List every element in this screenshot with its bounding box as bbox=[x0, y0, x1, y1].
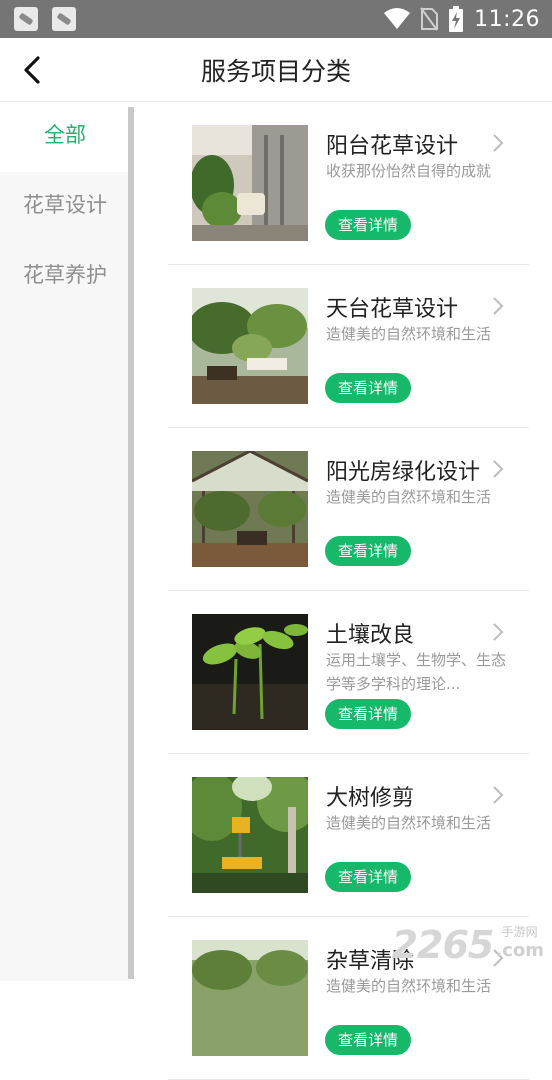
view-details-button[interactable]: 查看详情 bbox=[325, 1025, 411, 1055]
view-details-button[interactable]: 查看详情 bbox=[325, 373, 411, 403]
service-image bbox=[192, 288, 308, 404]
notification-icon bbox=[52, 7, 76, 31]
page-title: 服务项目分类 bbox=[200, 57, 351, 86]
sidebar-item-all[interactable]: 全部 bbox=[0, 102, 130, 172]
service-card[interactable]: 阳光房绿化设计 造健美的自然环境和生活 查看详情 bbox=[168, 428, 529, 591]
scrollbar[interactable] bbox=[128, 107, 134, 979]
service-desc: 运用土壤学、生物学、生态学等多学科的理论... bbox=[326, 651, 506, 693]
watermark-number: 2265 bbox=[391, 923, 495, 967]
notification-icon bbox=[14, 7, 38, 31]
view-details-button[interactable]: 查看详情 bbox=[325, 862, 411, 892]
sidebar-item-flower-care[interactable]: 花草养护 bbox=[0, 242, 130, 312]
sidebar-item-flower-design[interactable]: 花草设计 bbox=[0, 172, 130, 242]
service-card[interactable]: 天台花草设计 造健美的自然环境和生活 查看详情 bbox=[168, 265, 529, 428]
service-card[interactable]: 大树修剪 造健美的自然环境和生活 查看详情 bbox=[168, 754, 529, 917]
service-card[interactable]: 阳台花草设计 收获那份怡然自得的成就 查看详情 bbox=[168, 102, 529, 265]
service-title: 大树修剪 bbox=[326, 786, 415, 811]
chevron-right-icon bbox=[493, 623, 504, 641]
app-bar: 服务项目分类 bbox=[0, 38, 552, 102]
chevron-right-icon bbox=[493, 297, 504, 315]
wifi-icon bbox=[384, 8, 411, 29]
service-image bbox=[192, 125, 308, 241]
status-bar: 11:26 bbox=[0, 0, 552, 38]
view-details-button[interactable]: 查看详情 bbox=[325, 699, 411, 729]
service-image bbox=[192, 614, 308, 730]
chevron-right-icon bbox=[493, 786, 504, 804]
service-title: 天台花草设计 bbox=[326, 297, 459, 322]
clock: 11:26 bbox=[474, 6, 540, 32]
view-details-button[interactable]: 查看详情 bbox=[325, 536, 411, 566]
chevron-right-icon bbox=[493, 134, 504, 152]
no-sim-icon bbox=[420, 7, 439, 31]
service-image bbox=[192, 940, 308, 1056]
service-image bbox=[192, 777, 308, 893]
chevron-right-icon bbox=[493, 460, 504, 478]
service-desc: 造健美的自然环境和生活 bbox=[326, 814, 492, 832]
service-desc: 造健美的自然环境和生活 bbox=[326, 977, 492, 995]
service-title: 阳光房绿化设计 bbox=[326, 460, 481, 485]
service-desc: 收获那份怡然自得的成就 bbox=[326, 162, 492, 180]
service-desc: 造健美的自然环境和生活 bbox=[326, 325, 492, 343]
watermark-cn: 手游网 bbox=[501, 925, 538, 939]
service-title: 阳台花草设计 bbox=[326, 134, 459, 159]
service-title: 土壤改良 bbox=[326, 623, 415, 648]
service-desc: 造健美的自然环境和生活 bbox=[326, 488, 492, 506]
service-card[interactable]: 土壤改良 运用土壤学、生物学、生态学等多学科的理论... 查看详情 bbox=[168, 591, 529, 754]
watermark-logo: 2265 手游网 .com bbox=[392, 923, 544, 967]
battery-charging-icon bbox=[449, 6, 464, 32]
category-sidebar: 全部 花草设计 花草养护 bbox=[0, 102, 130, 981]
service-image bbox=[192, 451, 308, 567]
watermark-com: .com bbox=[495, 940, 544, 961]
view-details-button[interactable]: 查看详情 bbox=[325, 210, 411, 240]
